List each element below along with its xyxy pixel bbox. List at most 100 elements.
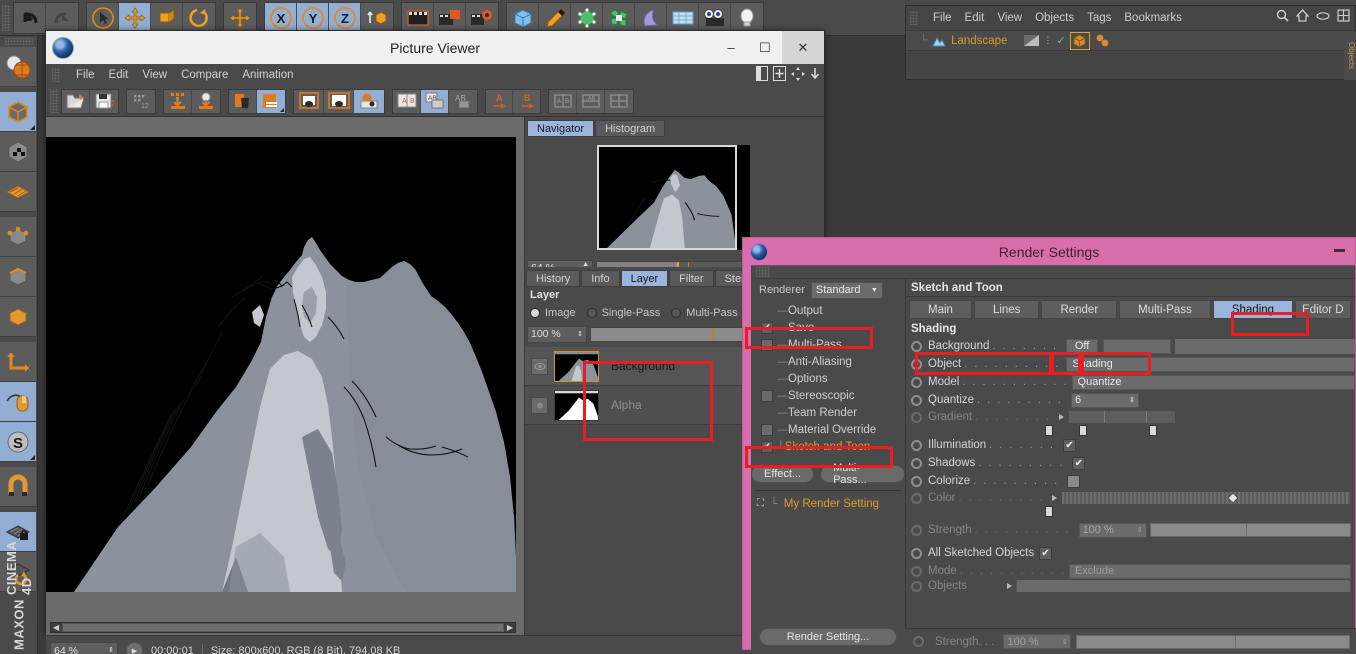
background-value[interactable]: Off [1066,338,1099,354]
dots-icon[interactable]: ⋮ [1043,36,1052,45]
render-globe-icon[interactable] [0,47,36,87]
radio-multi-pass[interactable] [671,308,682,318]
checkbox[interactable] [761,338,773,351]
rs-grip[interactable] [756,267,770,277]
objmgr-menu-file[interactable]: File [933,12,952,24]
model-value[interactable]: Quantize [1071,374,1355,390]
objmgr-menu-edit[interactable]: Edit [965,12,985,24]
set-a-icon[interactable]: A [486,89,513,113]
cube-primitive-icon[interactable] [507,2,539,33]
tab-history[interactable]: History [526,270,581,287]
light-icon[interactable] [731,2,763,33]
y-axis-icon[interactable]: Y [297,2,329,33]
radio-icon[interactable] [911,457,922,469]
tree-row-output[interactable]: — Output [751,302,905,319]
navigator-thumbnail[interactable] [597,145,737,250]
visibility-toggle-icon[interactable] [1024,35,1040,46]
scale-tool-icon[interactable] [151,2,183,33]
radio-icon[interactable] [911,524,922,536]
gradient-knob[interactable] [1045,425,1053,436]
close-button[interactable]: ✕ [782,31,824,64]
polygon-mode-icon[interactable] [0,172,36,212]
render-settings-titlebar[interactable]: Render Settings [743,238,1355,265]
save-image-icon[interactable]: ? [90,89,118,113]
render-settings-icon[interactable] [466,2,498,33]
color-knob[interactable] [1045,506,1053,517]
gradient-knob[interactable] [1079,425,1087,436]
spinner-icon[interactable]: ⇕ [1137,526,1143,534]
ab-overlay-icon[interactable]: AB [421,89,449,113]
objmgr-menu-view[interactable]: View [997,12,1022,24]
tab-filter[interactable]: Filter [669,270,714,287]
tab-lines[interactable]: Lines [973,300,1040,319]
footer-strength-field[interactable]: 100 % ⇕ [1003,634,1072,649]
pv-toolbar-grip[interactable] [50,89,59,113]
gradient-knob[interactable] [1149,425,1157,436]
object-row-landscape[interactable]: └ Landscape ⋮ ✓ [906,30,1355,50]
background-field[interactable] [1103,338,1172,354]
effect-button[interactable]: Effect... [751,465,815,483]
radio-icon[interactable] [911,394,922,406]
expand-arrow-icon[interactable] [1058,414,1064,420]
layer-visibility-icon[interactable] [531,396,548,414]
move-tool-icon[interactable] [119,2,151,33]
radio-icon[interactable] [911,492,922,504]
ab-difference-icon[interactable]: AB [449,89,477,113]
undo-icon[interactable] [14,2,46,33]
select-tool-icon[interactable] [87,2,119,33]
minimize-button[interactable] [1334,249,1345,252]
render-queue-icon[interactable]: 12 [127,89,155,113]
radio-single-pass[interactable] [586,308,597,318]
tab-multi-pass[interactable]: Multi-Pass [1119,300,1211,319]
tab-render[interactable]: Render [1041,300,1118,319]
pv-menu-file[interactable]: File [76,69,95,81]
tree-row-multipass[interactable]: — Multi-Pass [751,336,905,353]
status-zoom-field[interactable]: 64 % ⇕ [50,642,118,654]
tree-row-material-override[interactable]: — Material Override [751,421,905,438]
ab-grid-icon[interactable] [605,89,633,113]
spinner-icon[interactable]: ⇕ [108,647,114,654]
toolbar-grip[interactable] [2,4,11,31]
faces-mode-icon[interactable] [0,297,36,337]
tab-shading[interactable]: Shading [1212,300,1294,319]
tree-row-team-render[interactable]: — Team Render [751,404,905,421]
render-view-icon[interactable] [402,2,434,33]
objmgr-menu-tags[interactable]: Tags [1087,12,1111,24]
spinner-icon[interactable]: ⇕ [1062,638,1068,646]
view-compare-icon[interactable] [354,89,384,113]
magnet-icon[interactable] [0,467,36,507]
image-list-icon[interactable] [257,89,285,113]
tree-row-sketch-and-toon[interactable]: ✔ └ Sketch and Toon [751,438,905,455]
illumination-checkbox[interactable]: ✔ [1062,438,1076,452]
ab-horizontal-icon[interactable]: AB [577,89,605,113]
scrollbar-thumb[interactable] [62,623,504,632]
objmgr-grip[interactable] [910,11,918,25]
cube-tag-icon[interactable] [1069,31,1090,50]
objmgr-menu-objects[interactable]: Objects [1035,12,1074,24]
edges-mode-icon[interactable] [0,257,36,297]
radio-icon[interactable] [911,376,922,388]
tab-info[interactable]: Info [581,270,620,287]
view-single-icon[interactable] [294,89,324,113]
play-button[interactable]: ▶ [126,642,143,654]
layer-opacity-field[interactable]: 100 % ⇕ [527,325,587,343]
checkbox[interactable]: ✔ [761,440,773,453]
canvas-horizontal-scrollbar[interactable]: ◀ ▶ [50,622,516,633]
minimize-button[interactable]: – [714,31,748,64]
checkbox[interactable]: ✔ [761,321,773,334]
radio-icon[interactable] [911,547,922,559]
objmgr-menu-bookmarks[interactable]: Bookmarks [1124,12,1182,24]
pv-menu-view[interactable]: View [142,69,167,81]
redo-icon[interactable] [46,2,78,33]
radio-icon[interactable] [911,439,922,451]
tab-layer[interactable]: Layer [620,270,669,287]
quantize-number-field[interactable]: 6 ⇕ [1071,392,1139,408]
strength-slider[interactable] [1149,523,1351,537]
pv-menu-edit[interactable]: Edit [109,69,129,81]
radio-icon[interactable] [911,340,922,352]
tab-main[interactable]: Main [909,300,972,319]
spinner-icon[interactable]: ⇕ [577,331,583,338]
rendered-image[interactable] [46,137,516,592]
colorize-checkbox[interactable] [1067,474,1081,488]
mouse-tool-icon[interactable] [0,382,36,422]
